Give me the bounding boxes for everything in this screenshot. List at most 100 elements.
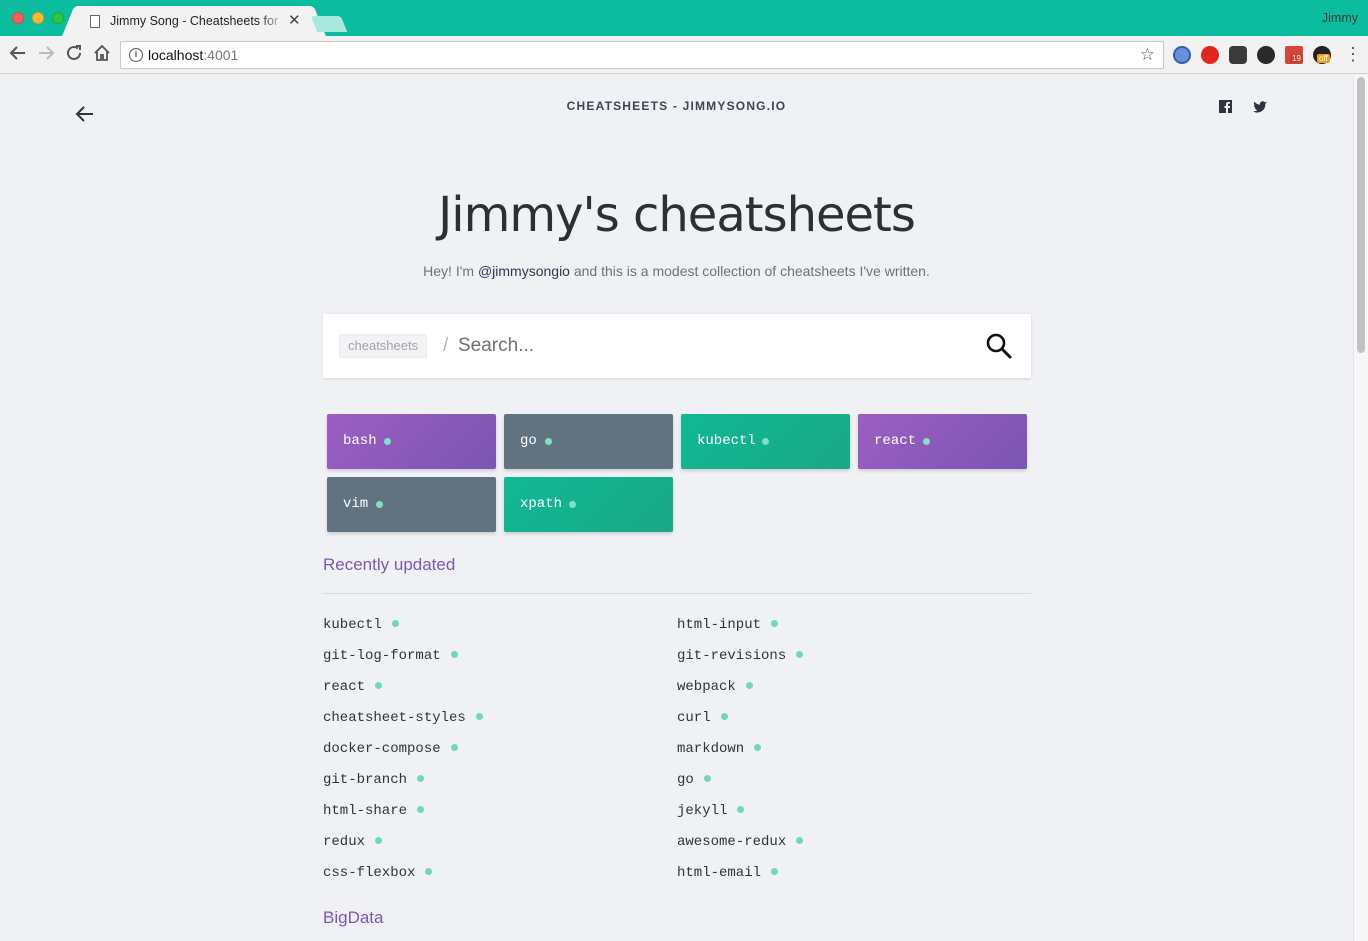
list-item-label[interactable]: cheatsheet-styles (323, 710, 466, 726)
status-dot (796, 651, 804, 658)
list-item[interactable]: webpack (677, 679, 753, 695)
featured-card-kubectl[interactable]: kubectl (681, 414, 850, 469)
status-dot (720, 713, 728, 720)
opera-extension-icon[interactable] (1201, 46, 1219, 64)
page-title: Jimmy's cheatsheets (438, 187, 916, 243)
list-item[interactable]: docker-compose (323, 741, 458, 757)
status-dot (391, 620, 399, 627)
gmail-badge: 19 (1290, 54, 1303, 63)
list-item[interactable]: git-revisions (677, 648, 804, 664)
list-item[interactable]: css-flexbox (323, 865, 433, 881)
recently-updated-heading: Recently updated (323, 555, 456, 574)
close-window-button[interactable] (12, 12, 24, 24)
search-scope-tag: cheatsheets (339, 334, 428, 358)
list-item-label[interactable]: docker-compose (323, 741, 441, 757)
tab-close-icon[interactable]: ✕ (288, 11, 301, 29)
list-item-label[interactable]: jekyll (677, 803, 727, 819)
headphone-extension-icon[interactable]: off (1313, 46, 1331, 64)
menu-icon[interactable]: ⋮ (1344, 44, 1362, 64)
maximize-window-button[interactable] (52, 12, 64, 24)
featured-card-go[interactable]: go (504, 414, 673, 469)
page: CHEATSHEETS - JIMMYSONG.IO Jimmy's cheat… (0, 75, 1353, 941)
status-dot (475, 713, 483, 720)
profile-name[interactable]: Jimmy (1322, 11, 1358, 25)
status-dot (771, 620, 779, 627)
status-dot (737, 806, 745, 813)
search-box: cheatsheets / (323, 314, 1031, 378)
list-item[interactable]: html-input (677, 617, 779, 633)
list-item-label[interactable]: go (677, 772, 694, 788)
tab-title: Jimmy Song - Cheatsheets for (110, 14, 279, 28)
list-item-label[interactable]: html-input (677, 617, 761, 633)
featured-card-bash[interactable]: bash (327, 414, 496, 469)
browser-tab[interactable]: Jimmy Song - Cheatsheets for ✕ (76, 6, 312, 37)
list-item-label[interactable]: awesome-redux (677, 834, 786, 850)
twitter-icon[interactable] (1252, 99, 1268, 115)
featured-card-vim[interactable]: vim (327, 477, 496, 532)
reload-icon[interactable] (64, 44, 84, 64)
featured-card-xpath[interactable]: xpath (504, 477, 673, 532)
list-item-label[interactable]: git-branch (323, 772, 407, 788)
bigdata-heading: BigData (323, 908, 384, 927)
status-dot (771, 868, 779, 875)
section-divider (323, 593, 1031, 594)
browser-toolbar: i localhost:4001 ☆ 19 off ⋮ (0, 36, 1368, 74)
status-dot (375, 837, 383, 844)
bookmark-star-icon[interactable]: ☆ (1140, 45, 1155, 65)
list-item-label[interactable]: git-log-format (323, 648, 441, 664)
list-item[interactable]: curl (677, 710, 728, 726)
back-icon[interactable] (8, 44, 28, 64)
list-item-label[interactable]: markdown (677, 741, 744, 757)
list-item[interactable]: kubectl (323, 617, 399, 633)
status-dot (450, 651, 458, 658)
info-icon[interactable]: i (129, 48, 143, 62)
list-item[interactable]: markdown (677, 741, 762, 757)
github-extension-icon[interactable] (1257, 46, 1275, 64)
status-dot (450, 744, 458, 751)
facebook-icon[interactable] (1218, 99, 1234, 115)
translate-extension-icon[interactable] (1173, 46, 1191, 64)
status-dot (745, 682, 753, 689)
forward-icon[interactable] (36, 44, 56, 64)
list-item-label[interactable]: html-email (677, 865, 761, 881)
scrollbar[interactable] (1353, 75, 1368, 941)
list-item-label[interactable]: webpack (677, 679, 736, 695)
scrollbar-thumb[interactable] (1357, 77, 1365, 353)
address-bar[interactable]: i localhost:4001 ☆ (120, 41, 1164, 69)
home-icon[interactable] (92, 44, 112, 64)
search-slash: / (443, 335, 449, 356)
status-dot (425, 868, 433, 875)
page-subtitle: Hey! I'm @jimmysongio and this is a mode… (423, 263, 930, 279)
list-item-label[interactable]: css-flexbox (323, 865, 415, 881)
list-item[interactable]: jekyll (677, 803, 745, 819)
site-title[interactable]: CHEATSHEETS - JIMMYSONG.IO (0, 99, 1353, 113)
browser-titlebar: Jimmy Song - Cheatsheets for ✕ Jimmy (0, 0, 1368, 37)
list-item[interactable]: redux (323, 834, 383, 850)
list-item[interactable]: cheatsheet-styles (323, 710, 483, 726)
list-item[interactable]: awesome-redux (677, 834, 804, 850)
list-item[interactable]: git-branch (323, 772, 425, 788)
document-icon (90, 15, 100, 28)
minimize-window-button[interactable] (32, 12, 44, 24)
new-tab-button[interactable] (310, 16, 348, 32)
list-item-label[interactable]: redux (323, 834, 365, 850)
list-item[interactable]: git-log-format (323, 648, 458, 664)
list-item-label[interactable]: git-revisions (677, 648, 786, 664)
list-item-label[interactable]: react (323, 679, 365, 695)
list-item[interactable]: react (323, 679, 383, 695)
status-dot (417, 806, 425, 813)
featured-card-react[interactable]: react (858, 414, 1027, 469)
list-item-label[interactable]: curl (677, 710, 711, 726)
url-text[interactable]: localhost:4001 (148, 47, 238, 63)
list-item[interactable]: html-email (677, 865, 779, 881)
list-item[interactable]: html-share (323, 803, 425, 819)
list-item-label[interactable]: kubectl (323, 617, 382, 633)
evernote-extension-icon[interactable] (1229, 46, 1247, 64)
list-item[interactable]: go (677, 772, 711, 788)
list-item-label[interactable]: html-share (323, 803, 407, 819)
search-input[interactable] (458, 332, 958, 360)
search-icon[interactable] (985, 332, 1013, 360)
status-dot (754, 744, 762, 751)
twitter-handle-link[interactable]: @jimmysongio (478, 263, 570, 279)
gmail-extension-icon[interactable]: 19 (1285, 46, 1303, 64)
